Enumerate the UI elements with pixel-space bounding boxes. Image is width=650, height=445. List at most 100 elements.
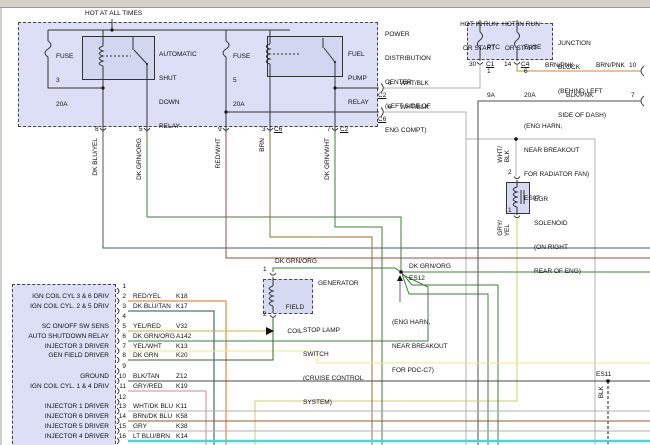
pcm-pin-1: 1 xyxy=(116,283,126,290)
pcm-row16-function: INJECTOR 4 DRIVER xyxy=(14,433,109,440)
pcm-row13-function: INJECTOR 1 DRIVER xyxy=(14,403,109,410)
out-c2-conn-label: C2 xyxy=(378,92,386,100)
pcm-wire-11: GRY/RED xyxy=(133,383,163,390)
es11-wire-label: BLK xyxy=(598,386,605,398)
egr-pin2-connector xyxy=(514,177,520,179)
blk-pnk-label: BLK/PNK xyxy=(566,92,593,100)
wire-label-red-wht: RED/WHT xyxy=(215,138,222,168)
pdc-pin7-label: 7 xyxy=(327,126,331,134)
egr-name-label: EGR SOLENOID (ON RIGHT REAR OF ENG) xyxy=(534,180,581,292)
splice-dot-c6 xyxy=(224,110,227,113)
out-c6-pin-label: 6 xyxy=(388,104,392,112)
brn-pnk-label-1: BRN/PNK xyxy=(545,62,574,70)
pcm-wire-15: GRY xyxy=(133,423,147,430)
out-c2-wire-label: WHT/BLK xyxy=(400,80,429,88)
splice-dot-es07 xyxy=(514,137,518,141)
pcm-wire-14: BRN/DK BLU xyxy=(133,413,172,420)
out-c6-wire-label: WHT/BLK xyxy=(400,104,429,112)
egr-pin1-label: 1 xyxy=(508,207,512,215)
pcm-pin-4: 4 xyxy=(116,313,126,320)
right-edge-connector-pin10 xyxy=(641,66,644,76)
pcm-row3-function: IGN COIL CYL. 2 & 5 DRIV xyxy=(14,303,109,310)
out-c2-pin-label: 6 xyxy=(388,80,392,88)
pcm-wire-2: RED/YEL xyxy=(133,293,161,300)
pcm-pin-9: 9 xyxy=(116,363,126,370)
pcm-row5-function: SC ON/OFF SW SENS xyxy=(14,323,109,330)
jb-pin14-label: 14 xyxy=(504,61,511,69)
pcm-wire-13: WHT/DK BLU xyxy=(133,403,173,410)
brn-pnk-label-2: BRN/PNK xyxy=(596,62,625,70)
fuse3-symbol xyxy=(45,41,51,57)
out-c6-conn-label: C6 xyxy=(378,116,386,124)
es12-id-label: ES12 xyxy=(409,275,425,283)
pcm-pin-10: 10 xyxy=(116,373,126,380)
pcm-code-15: K38 xyxy=(176,423,188,430)
pcm-code-7: K13 xyxy=(176,343,188,350)
fp-switch-pivot xyxy=(334,61,336,63)
generator-wire-label: DK GRN/ORG xyxy=(275,258,317,266)
stop-lamp-switch-label: STOP LAMP SWITCH (CRUISE CONTROL SYSTEM) xyxy=(303,311,363,423)
egr-wire-top-label-2: BLK xyxy=(504,150,511,162)
fuse5-label: FUSE 5 20A xyxy=(233,37,250,125)
fp-coil-symbol xyxy=(266,44,270,64)
pcm-code-10: Z12 xyxy=(176,373,187,380)
pcm-pin-2: 2 xyxy=(116,293,126,300)
splice-dot-c2 xyxy=(333,86,336,89)
pcm-code-2: K18 xyxy=(176,293,188,300)
egr-coil-symbol xyxy=(513,187,517,207)
pcm-code-14: K58 xyxy=(176,413,188,420)
generator-name-label: GENERATOR xyxy=(318,280,359,288)
pcm-pin-8: 8 xyxy=(116,352,126,359)
pcm-row11-function: IGN COIL CYL. 1 & 4 DRIV xyxy=(14,383,109,390)
asd-switch-pivot xyxy=(146,63,148,65)
egr-wire-bot-label-1: GRY/ xyxy=(497,220,504,236)
pcm-code-13: K11 xyxy=(176,403,187,410)
es12-pointer-arrowhead xyxy=(397,275,403,281)
pdc-pin9-label: 9 xyxy=(218,126,222,134)
wiring-diagram: HOT AT ALL TIMES FUSE 3 20A AUTOMATIC SH… xyxy=(0,0,650,445)
jb-conn-c1-label: C1 xyxy=(486,61,494,69)
pcm-pin-12: 12 xyxy=(116,394,126,401)
wire-label-brn: BRN xyxy=(259,138,266,152)
pcm-code-6: A142 xyxy=(176,333,191,340)
pcm-row7-function: INJECTOR 3 DRIVER xyxy=(14,343,109,350)
asd-coil-symbol xyxy=(99,46,103,66)
fieldcoil-symbol xyxy=(269,286,273,306)
pcm-row6-function: AUTO SHUTDOWN RELAY xyxy=(14,333,109,340)
pcm-row14-function: INJECTOR 6 DRIVER xyxy=(14,413,109,420)
ptc-label: PTC 1 9A xyxy=(487,28,500,116)
pcm-wire-7: YEL/WHT xyxy=(133,343,162,350)
pdc-pin5-label: 5 xyxy=(139,126,143,134)
wire-label-dk-grn-org: DK GRN/ORG xyxy=(136,138,143,180)
pcm-code-8: K20 xyxy=(176,352,188,359)
es12-wire-label: DK GRN/ORG xyxy=(409,263,451,271)
egr-pin2-label: 2 xyxy=(508,169,512,177)
pdc-conn-c2-label: C2 xyxy=(340,126,348,134)
splice-dot-fuse3 xyxy=(101,86,104,89)
hot-at-all-times-label: HOT AT ALL TIMES xyxy=(85,10,142,18)
generator-pin2-label: 2 xyxy=(263,311,267,319)
pin10-label: 10 xyxy=(629,62,636,70)
wire-dk-grn-org-pdc xyxy=(147,132,401,271)
wire-label-dk-blu-yel: DK BLU/YEL xyxy=(92,138,99,176)
pcm-row8-function: GEN FIELD DRIVER xyxy=(14,352,109,359)
right-edge-connector-pin7 xyxy=(641,96,644,106)
pcm-pin-14: 14 xyxy=(116,413,126,420)
splice-dot-es12 xyxy=(399,270,403,274)
egr-wire-top-label-1: WHT/ xyxy=(497,146,504,163)
pcm-wire-3: DK BLU/TAN xyxy=(133,303,171,310)
fp-switch-arm xyxy=(324,48,335,62)
pcm-code-3: K17 xyxy=(176,303,188,310)
wire-yel-wht xyxy=(128,351,650,363)
pcm-pin-16: 16 xyxy=(116,433,126,440)
es12-note-label: (ENG HARN, NEAR BREAKOUT FOR PDC-C7) xyxy=(392,303,448,391)
pcm-row15-function: INJECTOR 5 DRIVER xyxy=(14,423,109,430)
pin7-right-label: 7 xyxy=(631,92,635,100)
pcm-pin-5: 5 xyxy=(116,323,126,330)
jb-conn-c4-label: C4 xyxy=(521,61,529,69)
pcm-pin-11: 11 xyxy=(116,383,126,390)
pcm-pin-3: 3 xyxy=(116,303,126,310)
pcm-pin-15: 15 xyxy=(116,423,126,430)
pcm-wire-8: DK GRN xyxy=(133,352,158,359)
pcm-wire-16: LT BLU/BRN xyxy=(133,433,170,440)
